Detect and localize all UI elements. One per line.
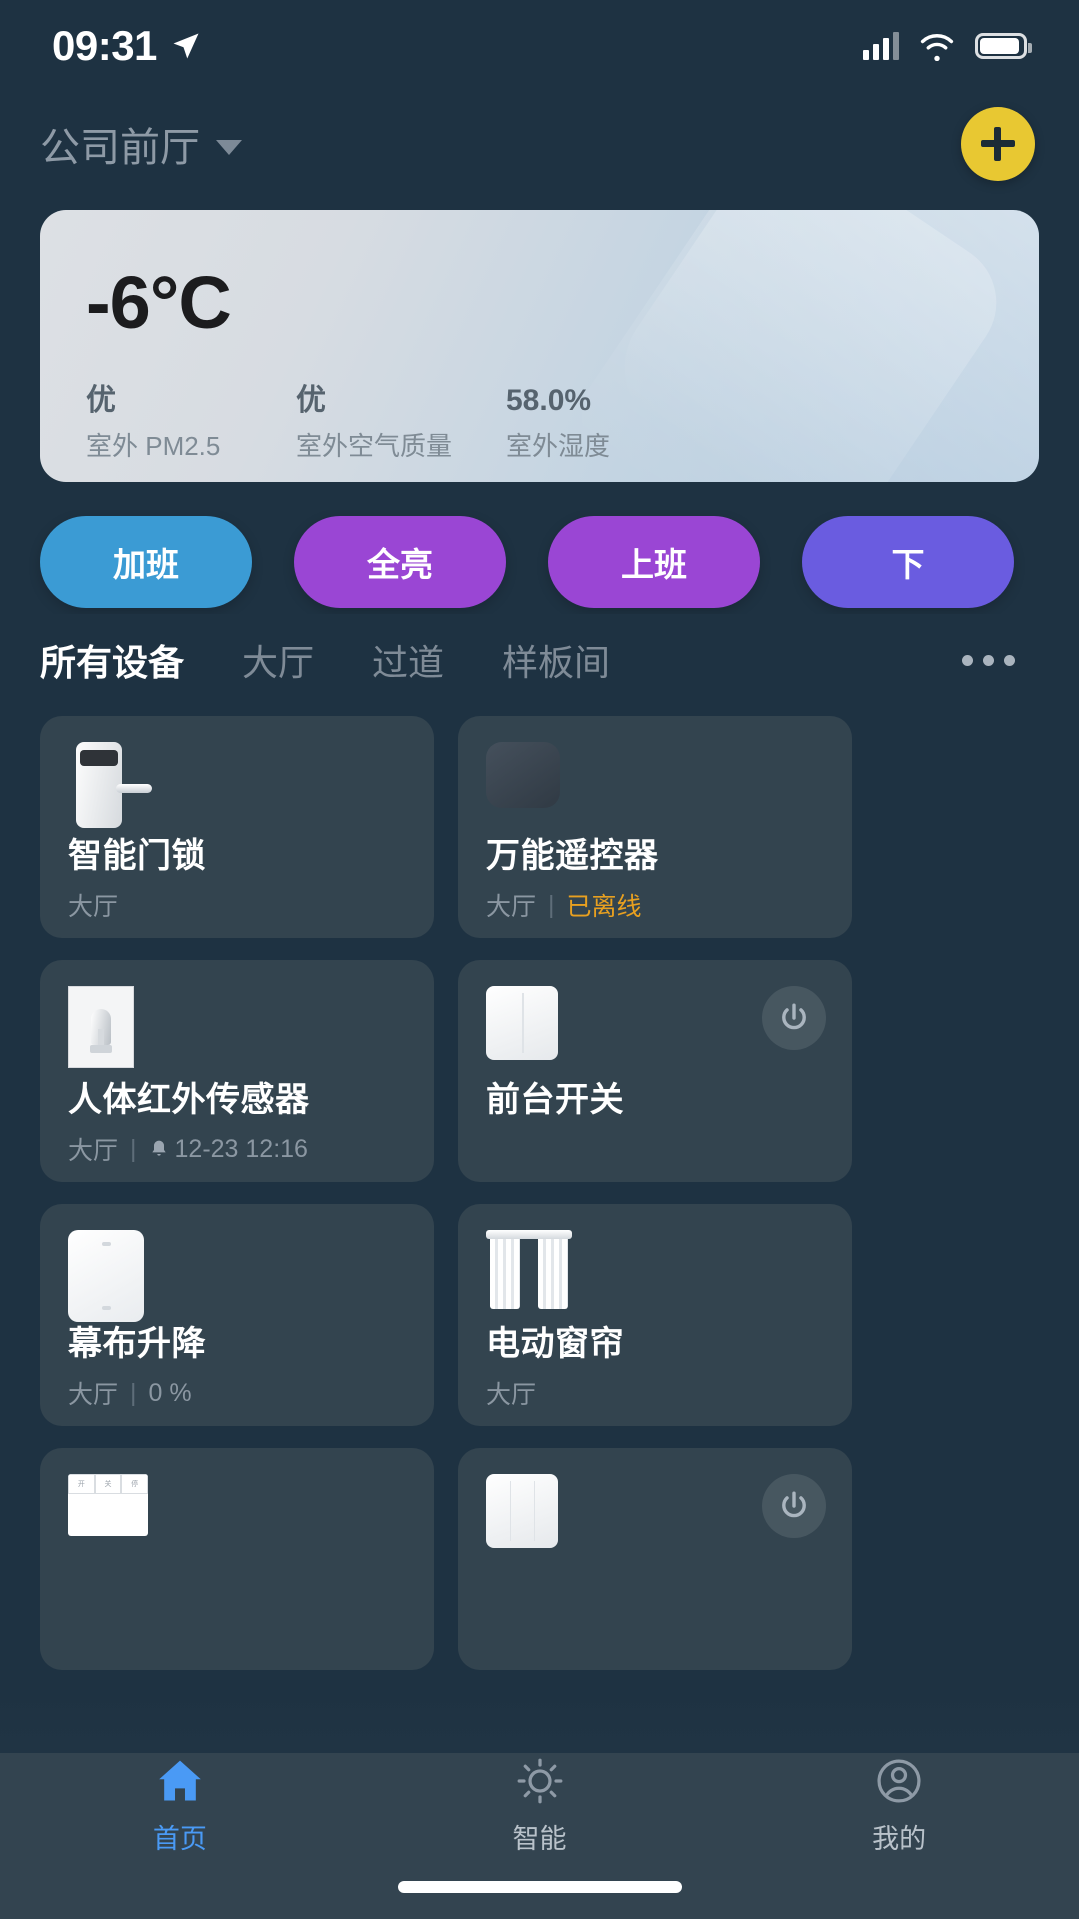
- device-name: 前台开关: [486, 1081, 624, 1119]
- weather-card[interactable]: -6°C 优 室外 PM2.5 优 室外空气质量 58.0% 室外湿度: [40, 210, 1039, 482]
- motion-sensor-icon: [68, 986, 406, 1068]
- device-status-row: 大厅 | 已离线: [486, 887, 824, 923]
- metric-value: 优: [86, 384, 116, 417]
- weather-metrics: 优 室外 PM2.5 优 室外空气质量 58.0% 室外湿度: [86, 382, 993, 463]
- scene-button-work-end[interactable]: 下: [802, 516, 1014, 608]
- metric-value: 58.0%: [506, 384, 592, 417]
- outdoor-temperature: -6°C: [86, 261, 232, 344]
- device-card-projector-screen[interactable]: 幕布升降 大厅 | 0 %: [40, 1204, 434, 1426]
- bottom-navigation[interactable]: 首页 智能 我的: [0, 1753, 1079, 1857]
- device-grid: 智能门锁 大厅 万能遥控器 大厅 | 已离线 人体红外传感器 大厅 | 12-2…: [0, 706, 1079, 1728]
- device-card-front-desk-switch[interactable]: 前台开关: [458, 960, 852, 1182]
- weather-metric-pm25: 优 室外 PM2.5: [86, 382, 296, 463]
- device-card-motion-sensor[interactable]: 人体红外传感器 大厅 | 12-23 12:16: [40, 960, 434, 1182]
- scene-button-overtime[interactable]: 加班: [40, 516, 252, 608]
- scene-button-all-bright[interactable]: 全亮: [294, 516, 506, 608]
- metric-value: 优: [296, 384, 326, 417]
- device-position-value: 0 %: [148, 1378, 192, 1407]
- power-icon: [782, 1003, 806, 1030]
- door-lock-icon: [68, 742, 406, 828]
- cellular-signal-icon: [863, 32, 899, 60]
- tab-corridor[interactable]: 过道: [372, 634, 444, 686]
- power-toggle-button[interactable]: [762, 1474, 826, 1538]
- projector-screen-icon: [68, 1230, 406, 1322]
- nav-item-profile[interactable]: 我的: [719, 1755, 1079, 1856]
- device-name: 人体红外传感器: [68, 1081, 310, 1119]
- tab-all-devices[interactable]: 所有设备: [40, 634, 184, 686]
- metric-label: 室外 PM2.5: [86, 430, 221, 461]
- chevron-down-icon: [216, 139, 242, 155]
- device-status-row: 大厅 | 12-23 12:16: [68, 1131, 406, 1167]
- status-time: 09:31: [52, 22, 157, 69]
- device-name: 万能遥控器: [486, 837, 659, 875]
- plus-icon: [981, 127, 1015, 161]
- power-toggle-button[interactable]: [762, 986, 826, 1050]
- nav-label: 智能: [512, 1823, 567, 1854]
- home-indicator: [397, 1881, 682, 1893]
- bell-icon: [151, 1140, 166, 1156]
- status-bar-left: 09:31: [52, 22, 201, 70]
- device-status-row: 大厅: [68, 887, 406, 923]
- power-icon: [782, 1491, 806, 1518]
- status-separator: |: [130, 1134, 137, 1163]
- add-device-button[interactable]: [961, 107, 1035, 181]
- wifi-icon: [920, 34, 954, 61]
- weather-metric-humidity: 58.0% 室外湿度: [506, 382, 610, 463]
- status-badge: 已离线: [566, 893, 642, 921]
- nav-label: 首页: [152, 1823, 207, 1854]
- profile-icon: [877, 1758, 921, 1803]
- control-panel-icon: 开关停: [68, 1474, 406, 1556]
- device-room: 大厅: [486, 1381, 537, 1409]
- battery-icon: [975, 33, 1032, 59]
- nav-item-home[interactable]: 首页: [0, 1755, 360, 1856]
- device-room: 大厅: [68, 893, 119, 921]
- tab-showroom[interactable]: 样板间: [502, 634, 610, 686]
- location-arrow-icon: [173, 33, 199, 59]
- tab-hall[interactable]: 大厅: [242, 634, 314, 686]
- room-tab-bar[interactable]: 所有设备 大厅 过道 样板间: [0, 614, 1079, 706]
- nav-item-automation[interactable]: 智能: [360, 1755, 720, 1856]
- device-room: 大厅: [68, 1137, 119, 1165]
- sun-automation-icon: [517, 1758, 562, 1803]
- more-horizontal-icon[interactable]: [962, 654, 1039, 666]
- weather-metric-air-quality: 优 室外空气质量: [296, 382, 506, 463]
- motorized-curtain-icon: [486, 1230, 824, 1312]
- device-name: 智能门锁: [68, 837, 206, 875]
- nav-label: 我的: [872, 1823, 927, 1854]
- home-selector[interactable]: 公司前厅: [40, 115, 242, 173]
- status-separator: |: [548, 890, 555, 919]
- status-bar: 09:31: [0, 0, 1079, 92]
- device-status-row: 大厅: [486, 1375, 824, 1411]
- device-card-door-lock[interactable]: 智能门锁 大厅: [40, 716, 434, 938]
- metric-label: 室外湿度: [506, 430, 611, 461]
- universal-remote-icon: [486, 742, 824, 824]
- device-card-universal-remote[interactable]: 万能遥控器 大厅 | 已离线: [458, 716, 852, 938]
- home-name-label: 公司前厅: [40, 126, 200, 170]
- device-room: 大厅: [486, 893, 537, 921]
- alert-timestamp: 12-23 12:16: [174, 1134, 308, 1163]
- device-room: 大厅: [68, 1381, 119, 1409]
- device-status-row: 大厅 | 0 %: [68, 1375, 406, 1411]
- metric-label: 室外空气质量: [296, 430, 453, 461]
- alert-time: 12-23 12:16: [149, 1135, 308, 1164]
- device-name: 电动窗帘: [486, 1325, 624, 1363]
- device-card-motorized-curtain[interactable]: 电动窗帘 大厅: [458, 1204, 852, 1426]
- status-bar-right: [863, 31, 1032, 61]
- app-header: 公司前厅: [0, 92, 1079, 196]
- scene-button-work-start[interactable]: 上班: [548, 516, 760, 608]
- device-card-control-panel[interactable]: 开关停: [40, 1448, 434, 1670]
- home-icon: [159, 1760, 201, 1800]
- status-separator: |: [130, 1378, 137, 1407]
- scene-shortcut-row[interactable]: 加班 全亮 上班 下: [0, 510, 1079, 614]
- device-card-three-gang-switch[interactable]: [458, 1448, 852, 1670]
- device-name: 幕布升降: [68, 1325, 206, 1363]
